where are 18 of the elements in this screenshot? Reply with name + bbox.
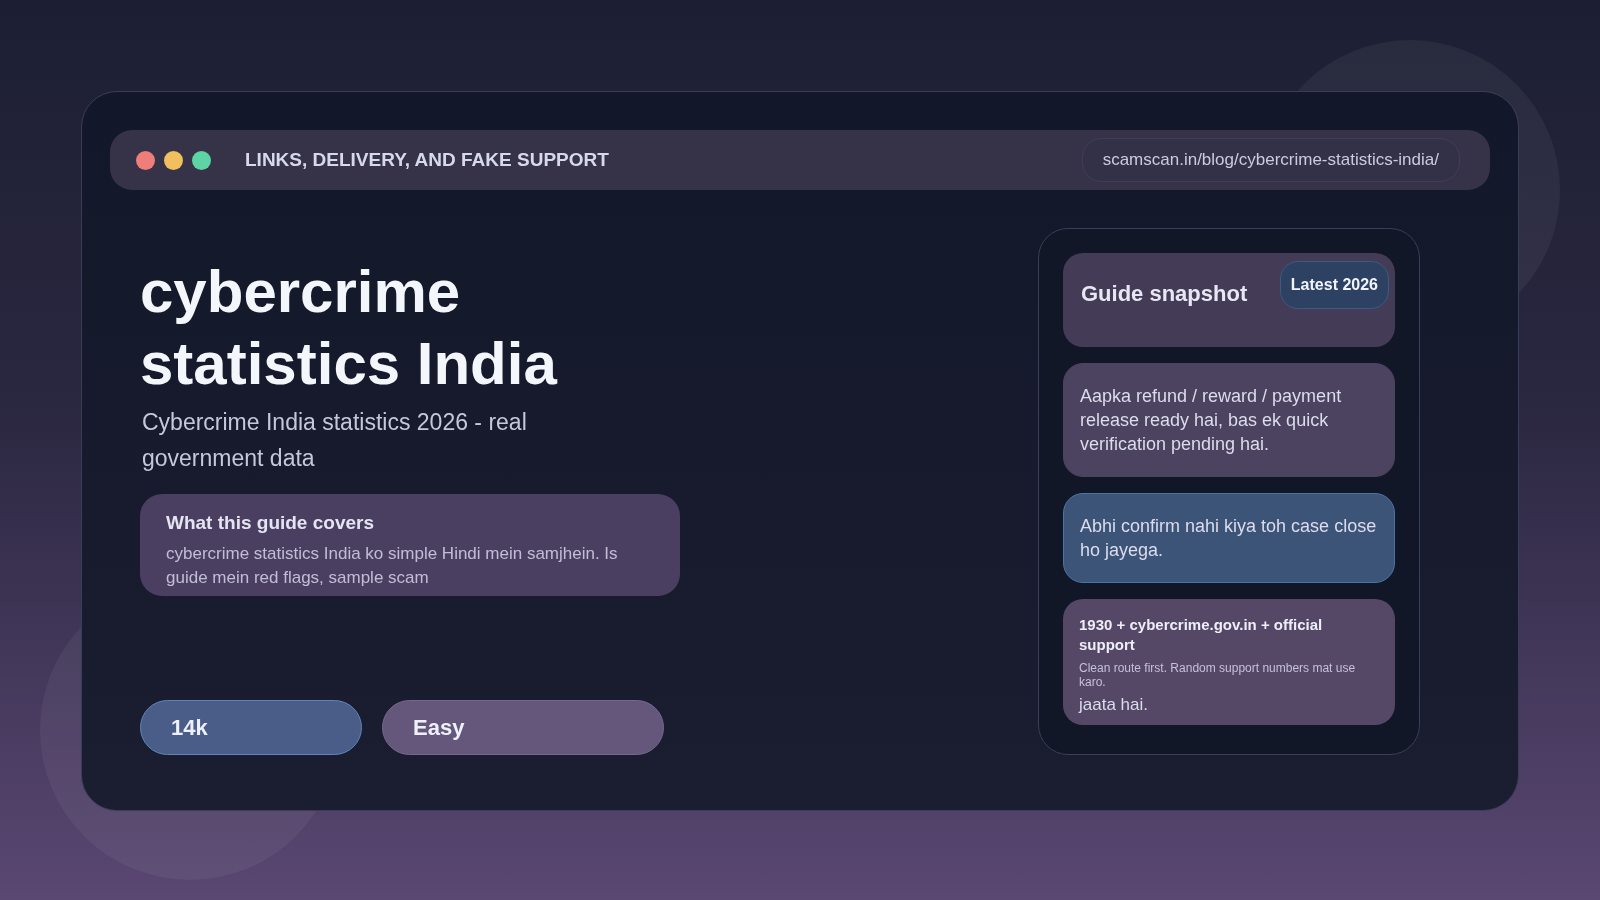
message-bubble: Aapka refund / reward / payment release ready hai, bas ek quick verification pending hai. (1063, 363, 1395, 477)
stat-pill: Easy (382, 700, 664, 755)
support-heading: 1930 + cybercrime.gov.in + official support (1079, 615, 1324, 655)
card-heading: What this guide covers (166, 512, 375, 534)
support-note: Clean route first. Random support numbers mat use karo. (1079, 661, 1357, 689)
window-control-icon[interactable] (164, 150, 183, 170)
window-control-icon[interactable] (192, 150, 211, 170)
snapshot-title: Guide snapshot (1081, 281, 1248, 307)
subtitle: Cybercrime India statistics 2026 - real government data (142, 408, 528, 473)
url-field[interactable]: scamscan.in/blog/cybercrime-statistics-india/ (1081, 138, 1460, 182)
window-title: LINKS, DELIVERY, AND FAKE SUPPORT (245, 149, 609, 171)
message-bubble: Abhi confirm nahi kiya toh case close ho jayega. (1063, 493, 1395, 583)
card-text: cybercrime statistics India ko simple Hindi mein samjhein. Is guide mein red flags, sample scam (166, 543, 619, 589)
year-badge: Latest 2026 (1279, 261, 1389, 309)
window-control-icon[interactable] (136, 150, 155, 170)
support-text: jaata hai. (1079, 695, 1149, 715)
stat-pill: 14k (140, 700, 362, 755)
page-title: cybercrime statistics India (140, 257, 559, 399)
